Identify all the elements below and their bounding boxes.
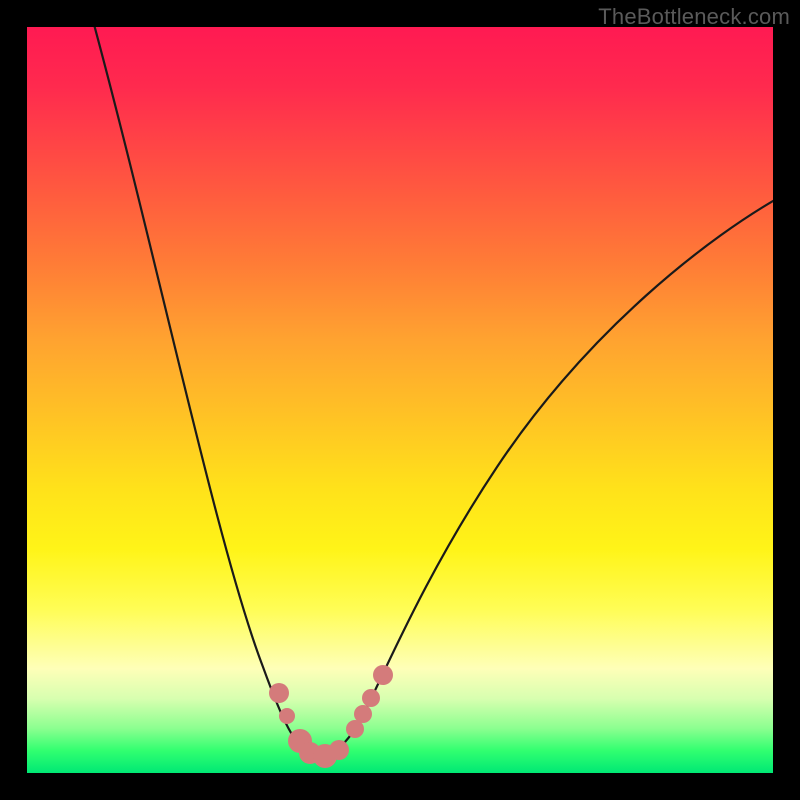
markers-group <box>269 665 393 768</box>
marker-dot <box>354 705 372 723</box>
marker-dot <box>269 683 289 703</box>
plot-area <box>27 27 773 773</box>
chart-frame: TheBottleneck.com <box>0 0 800 800</box>
watermark-text: TheBottleneck.com <box>598 4 790 30</box>
marker-dot <box>373 665 393 685</box>
curve-layer <box>27 27 773 773</box>
marker-dot <box>329 740 349 760</box>
marker-dot <box>362 689 380 707</box>
marker-dot <box>279 708 295 724</box>
bottleneck-curve <box>92 27 773 756</box>
